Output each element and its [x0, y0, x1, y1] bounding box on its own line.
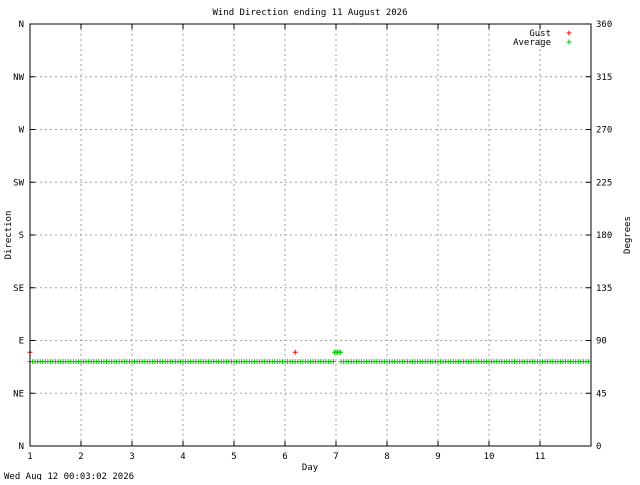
y-tick-label-left: NW [13, 73, 24, 83]
x-tick-label: 3 [129, 452, 134, 462]
x-tick-label: 4 [180, 452, 185, 462]
y-tick-label-left: E [19, 337, 24, 347]
legend-label-average: Average [513, 38, 551, 48]
y-tick-label-left: SW [13, 178, 24, 188]
y-axis-label-right: Degrees [623, 216, 633, 254]
tick-layer: 1 2 3 4 5 6 7 8 9 10 11NNEESESSWWNWN04590135180225… [13, 20, 612, 462]
y-tick-label-right: 45 [596, 389, 607, 399]
x-tick-label: 5 [231, 452, 236, 462]
legend: GustAverage [513, 29, 572, 48]
y-tick-label-right: 135 [596, 284, 612, 294]
x-axis-label: Day [302, 463, 319, 473]
y-tick-label-left: NE [13, 389, 24, 399]
y-tick-label-left: W [19, 126, 25, 136]
x-tick-label: 6 [282, 452, 287, 462]
y-tick-label-right: 360 [596, 20, 612, 30]
legend-marker-gust [566, 30, 572, 36]
y-tick-label-right: 90 [596, 337, 607, 347]
y-tick-label-left: SE [13, 284, 24, 294]
y-tick-label-right: 0 [596, 442, 601, 452]
footer-timestamp: Wed Aug 12 00:03:02 2026 [4, 472, 134, 480]
y-tick-label-left: S [19, 231, 24, 241]
y-tick-label-left: N [19, 20, 24, 30]
x-tick-label: 11 [535, 452, 546, 462]
y-tick-label-right: 270 [596, 126, 612, 136]
legend-marker-average [566, 39, 572, 45]
chart-title: Wind Direction ending 11 August 2026 [212, 8, 407, 18]
x-tick-label: 2 [78, 452, 83, 462]
series-layer [27, 349, 591, 365]
x-tick-label: 8 [384, 452, 389, 462]
average-point [330, 359, 336, 365]
y-tick-label-right: 315 [596, 73, 612, 83]
series-average [27, 349, 591, 365]
y-tick-label-right: 180 [596, 231, 612, 241]
grid-layer [30, 24, 591, 446]
chart-canvas: 1 2 3 4 5 6 7 8 9 10 11NNEESESSWWNWN04590135180225… [4, 8, 633, 482]
y-tick-label-right: 225 [596, 178, 612, 188]
y-axis-label-left: Direction [4, 211, 14, 260]
x-tick-label: 9 [435, 452, 440, 462]
series-gust [27, 349, 298, 355]
x-tick-label: 7 [333, 452, 338, 462]
y-tick-label-left: N [19, 442, 24, 452]
wind-direction-chart: 1 2 3 4 5 6 7 8 9 10 11 N NE E SE S SW W NW N 0 45 90 135 180 225… [0, 0, 640, 482]
x-tick-label: 10 [484, 452, 495, 462]
x-tick-label: 1 [27, 452, 32, 462]
gust-point [292, 349, 298, 355]
average-point [585, 359, 591, 365]
